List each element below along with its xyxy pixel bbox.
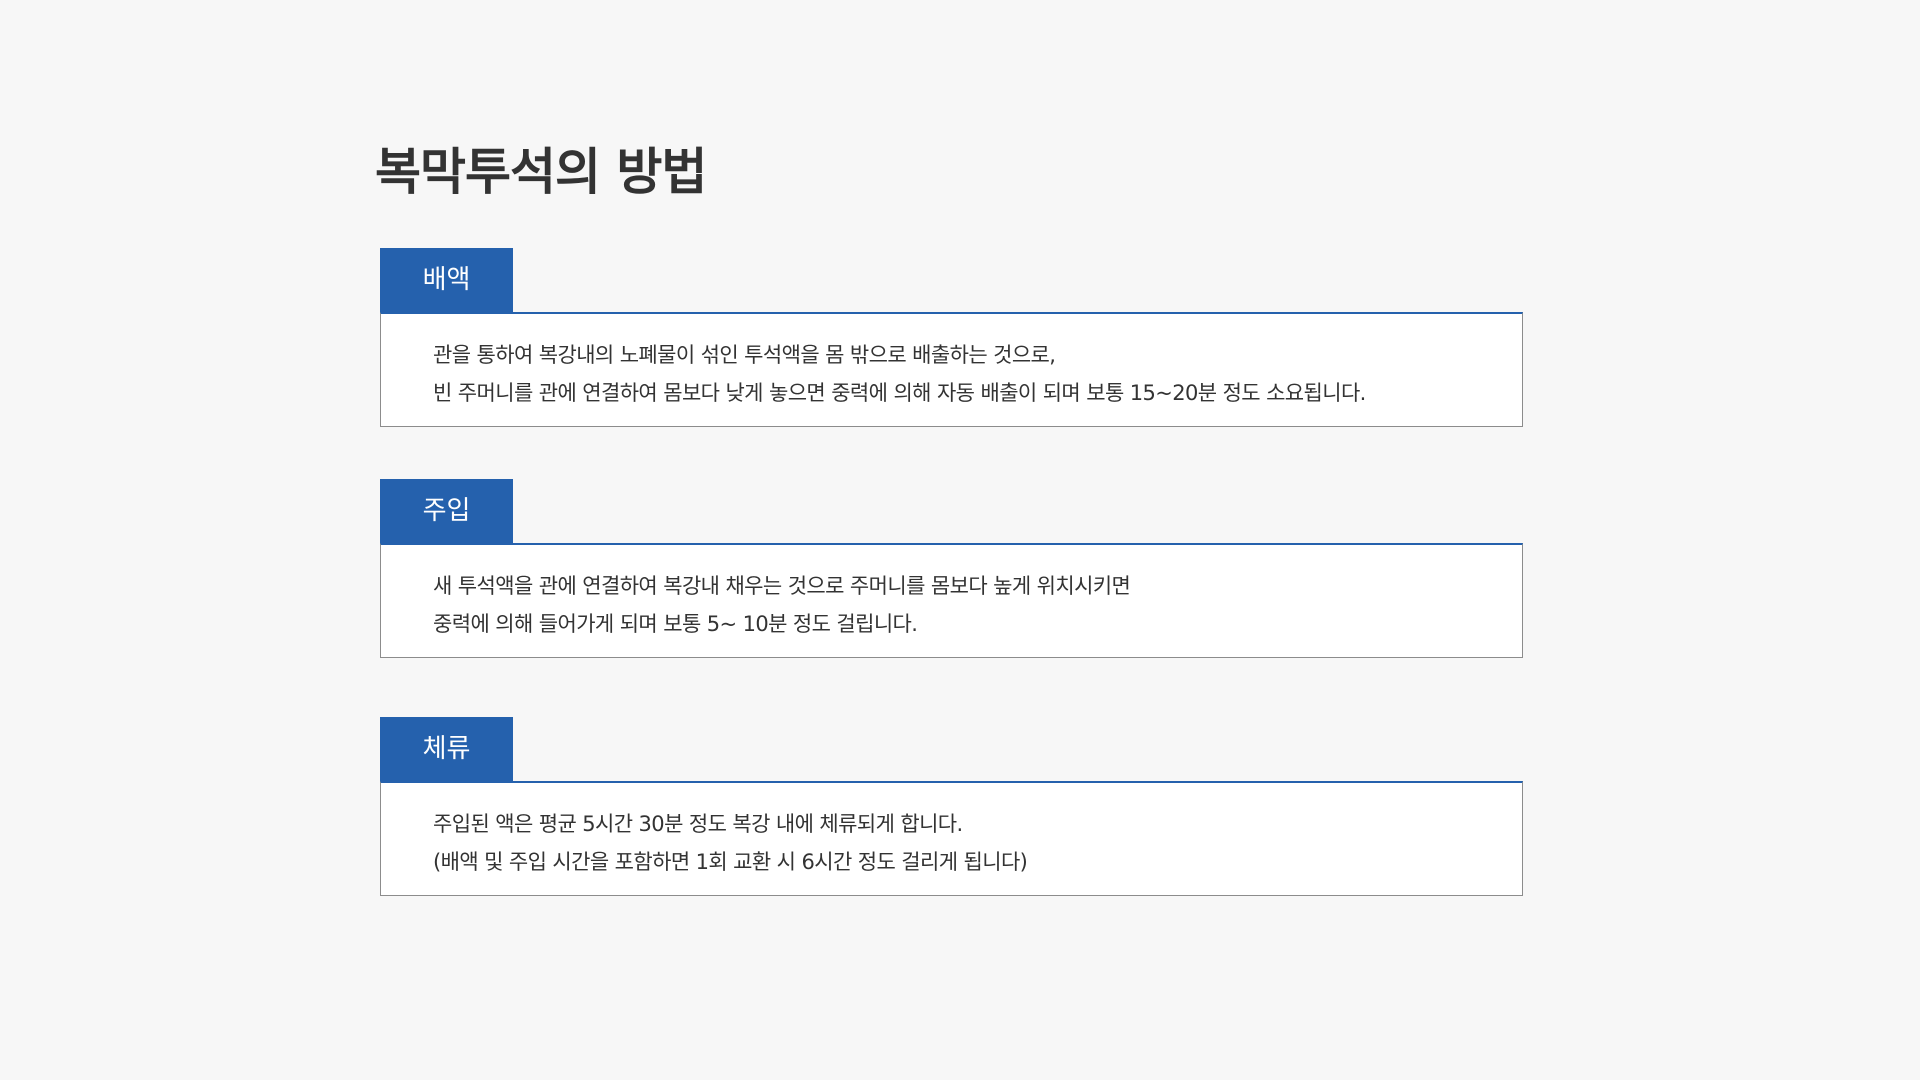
section-text-line: 주입된 액은 평균 5시간 30분 정도 복강 내에 체류되게 합니다.	[433, 812, 963, 836]
section-fill: 주입 새 투석액을 관에 연결하여 복강내 채우는 것으로 주머니를 몸보다 높…	[380, 479, 1523, 658]
section-box-fill: 새 투석액을 관에 연결하여 복강내 채우는 것으로 주머니를 몸보다 높게 위…	[380, 543, 1523, 658]
section-text-line: 새 투석액을 관에 연결하여 복강내 채우는 것으로 주머니를 몸보다 높게 위…	[433, 574, 1131, 598]
section-box-drain: 관을 통하여 복강내의 노폐물이 섞인 투석액을 몸 밖으로 배출하는 것으로,…	[380, 312, 1523, 427]
section-text-line: 관을 통하여 복강내의 노폐물이 섞인 투석액을 몸 밖으로 배출하는 것으로,	[433, 343, 1056, 367]
section-text-line: 빈 주머니를 관에 연결하여 몸보다 낮게 놓으면 중력에 의해 자동 배출이 …	[433, 381, 1366, 405]
section-tab-drain: 배액	[380, 248, 513, 312]
section-text-line: 중력에 의해 들어가게 되며 보통 5~ 10분 정도 걸립니다.	[433, 612, 918, 636]
section-tab-dwell: 체류	[380, 717, 513, 781]
section-dwell: 체류 주입된 액은 평균 5시간 30분 정도 복강 내에 체류되게 합니다. …	[380, 717, 1523, 896]
section-tab-fill: 주입	[380, 479, 513, 543]
section-text-line: (배액 및 주입 시간을 포함하면 1회 교환 시 6시간 정도 걸리게 됩니다…	[433, 850, 1028, 874]
page-title: 복막투석의 방법	[375, 143, 707, 201]
section-box-dwell: 주입된 액은 평균 5시간 30분 정도 복강 내에 체류되게 합니다. (배액…	[380, 781, 1523, 896]
section-drain: 배액 관을 통하여 복강내의 노폐물이 섞인 투석액을 몸 밖으로 배출하는 것…	[380, 248, 1523, 427]
